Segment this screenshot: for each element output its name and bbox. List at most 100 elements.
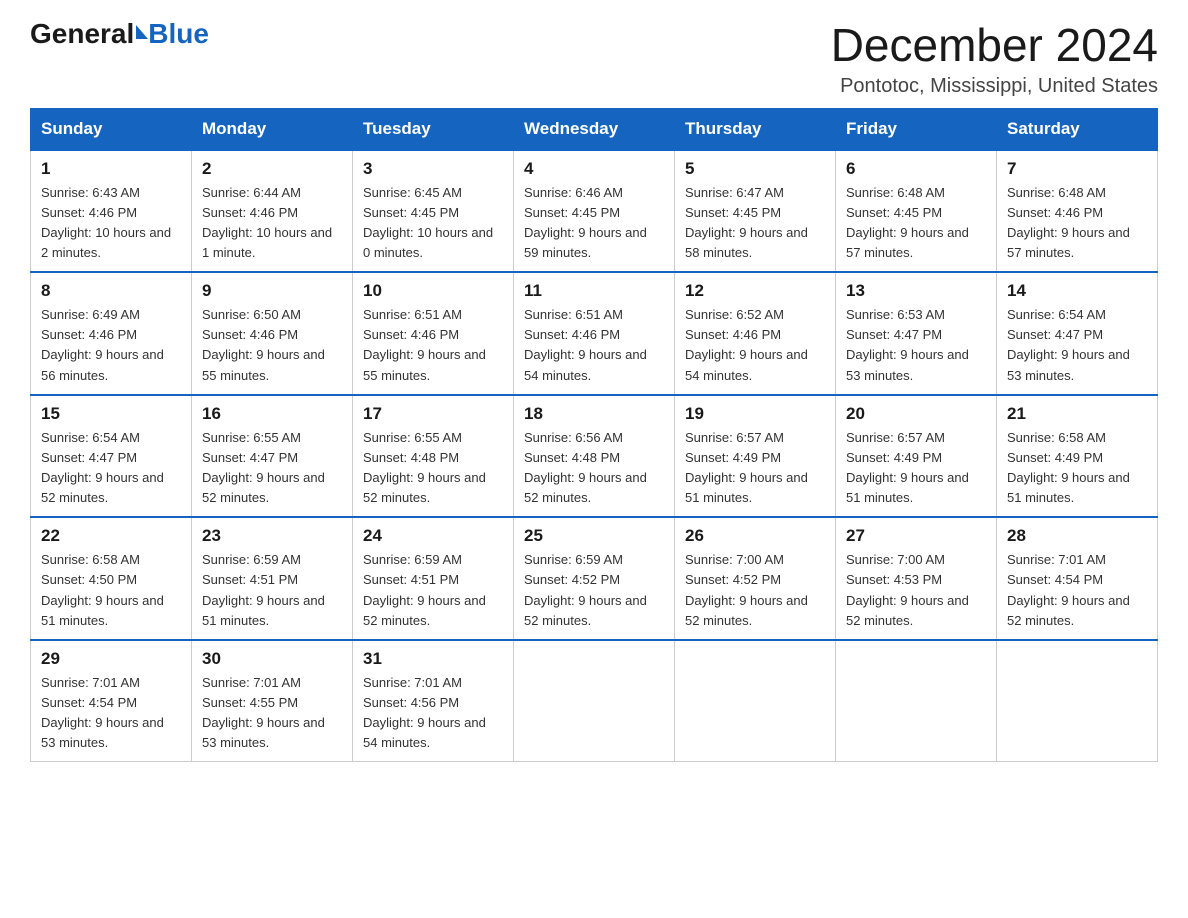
day-number: 20 (846, 404, 986, 424)
day-number: 30 (202, 649, 342, 669)
calendar-cell (836, 640, 997, 762)
day-number: 4 (524, 159, 664, 179)
day-detail: Sunrise: 6:58 AM Sunset: 4:49 PM Dayligh… (1007, 428, 1147, 509)
calendar-cell: 16 Sunrise: 6:55 AM Sunset: 4:47 PM Dayl… (192, 395, 353, 518)
day-detail: Sunrise: 6:51 AM Sunset: 4:46 PM Dayligh… (524, 305, 664, 386)
title-section: December 2024 Pontotoc, Mississippi, Uni… (831, 20, 1158, 98)
column-header-saturday: Saturday (997, 108, 1158, 150)
day-detail: Sunrise: 6:49 AM Sunset: 4:46 PM Dayligh… (41, 305, 181, 386)
day-number: 28 (1007, 526, 1147, 546)
calendar-cell: 25 Sunrise: 6:59 AM Sunset: 4:52 PM Dayl… (514, 517, 675, 640)
column-header-tuesday: Tuesday (353, 108, 514, 150)
day-detail: Sunrise: 6:58 AM Sunset: 4:50 PM Dayligh… (41, 550, 181, 631)
day-number: 23 (202, 526, 342, 546)
calendar-cell (997, 640, 1158, 762)
calendar-cell: 30 Sunrise: 7:01 AM Sunset: 4:55 PM Dayl… (192, 640, 353, 762)
day-number: 31 (363, 649, 503, 669)
calendar-week-row: 15 Sunrise: 6:54 AM Sunset: 4:47 PM Dayl… (31, 395, 1158, 518)
calendar-week-row: 29 Sunrise: 7:01 AM Sunset: 4:54 PM Dayl… (31, 640, 1158, 762)
day-detail: Sunrise: 6:52 AM Sunset: 4:46 PM Dayligh… (685, 305, 825, 386)
month-title: December 2024 (831, 20, 1158, 71)
calendar-cell: 22 Sunrise: 6:58 AM Sunset: 4:50 PM Dayl… (31, 517, 192, 640)
day-detail: Sunrise: 6:48 AM Sunset: 4:45 PM Dayligh… (846, 183, 986, 264)
day-detail: Sunrise: 6:46 AM Sunset: 4:45 PM Dayligh… (524, 183, 664, 264)
day-detail: Sunrise: 6:48 AM Sunset: 4:46 PM Dayligh… (1007, 183, 1147, 264)
calendar-cell: 8 Sunrise: 6:49 AM Sunset: 4:46 PM Dayli… (31, 272, 192, 395)
day-detail: Sunrise: 6:59 AM Sunset: 4:51 PM Dayligh… (202, 550, 342, 631)
calendar-cell: 21 Sunrise: 6:58 AM Sunset: 4:49 PM Dayl… (997, 395, 1158, 518)
calendar-cell: 17 Sunrise: 6:55 AM Sunset: 4:48 PM Dayl… (353, 395, 514, 518)
day-detail: Sunrise: 6:55 AM Sunset: 4:48 PM Dayligh… (363, 428, 503, 509)
day-number: 8 (41, 281, 181, 301)
calendar-cell: 23 Sunrise: 6:59 AM Sunset: 4:51 PM Dayl… (192, 517, 353, 640)
day-number: 7 (1007, 159, 1147, 179)
day-detail: Sunrise: 7:00 AM Sunset: 4:53 PM Dayligh… (846, 550, 986, 631)
calendar-cell: 29 Sunrise: 7:01 AM Sunset: 4:54 PM Dayl… (31, 640, 192, 762)
calendar-cell: 5 Sunrise: 6:47 AM Sunset: 4:45 PM Dayli… (675, 150, 836, 273)
day-detail: Sunrise: 6:59 AM Sunset: 4:52 PM Dayligh… (524, 550, 664, 631)
logo-blue-text: Blue (148, 20, 209, 48)
day-number: 1 (41, 159, 181, 179)
day-number: 22 (41, 526, 181, 546)
calendar-cell: 18 Sunrise: 6:56 AM Sunset: 4:48 PM Dayl… (514, 395, 675, 518)
day-number: 17 (363, 404, 503, 424)
day-detail: Sunrise: 7:01 AM Sunset: 4:56 PM Dayligh… (363, 673, 503, 754)
logo: General Blue (30, 20, 209, 48)
day-number: 5 (685, 159, 825, 179)
day-number: 3 (363, 159, 503, 179)
page-header: General Blue December 2024 Pontotoc, Mis… (30, 20, 1158, 98)
day-detail: Sunrise: 6:47 AM Sunset: 4:45 PM Dayligh… (685, 183, 825, 264)
day-number: 13 (846, 281, 986, 301)
calendar-header-row: SundayMondayTuesdayWednesdayThursdayFrid… (31, 108, 1158, 150)
day-detail: Sunrise: 6:55 AM Sunset: 4:47 PM Dayligh… (202, 428, 342, 509)
day-number: 12 (685, 281, 825, 301)
location-subtitle: Pontotoc, Mississippi, United States (831, 75, 1158, 98)
calendar-cell (675, 640, 836, 762)
calendar-table: SundayMondayTuesdayWednesdayThursdayFrid… (30, 108, 1158, 763)
column-header-wednesday: Wednesday (514, 108, 675, 150)
day-number: 10 (363, 281, 503, 301)
day-number: 9 (202, 281, 342, 301)
calendar-cell: 9 Sunrise: 6:50 AM Sunset: 4:46 PM Dayli… (192, 272, 353, 395)
column-header-thursday: Thursday (675, 108, 836, 150)
day-number: 11 (524, 281, 664, 301)
day-number: 2 (202, 159, 342, 179)
calendar-cell: 20 Sunrise: 6:57 AM Sunset: 4:49 PM Dayl… (836, 395, 997, 518)
calendar-cell: 28 Sunrise: 7:01 AM Sunset: 4:54 PM Dayl… (997, 517, 1158, 640)
day-detail: Sunrise: 6:56 AM Sunset: 4:48 PM Dayligh… (524, 428, 664, 509)
calendar-cell: 12 Sunrise: 6:52 AM Sunset: 4:46 PM Dayl… (675, 272, 836, 395)
day-number: 19 (685, 404, 825, 424)
logo-general-text: General (30, 20, 134, 48)
day-detail: Sunrise: 6:57 AM Sunset: 4:49 PM Dayligh… (846, 428, 986, 509)
day-number: 21 (1007, 404, 1147, 424)
calendar-cell: 2 Sunrise: 6:44 AM Sunset: 4:46 PM Dayli… (192, 150, 353, 273)
calendar-cell: 6 Sunrise: 6:48 AM Sunset: 4:45 PM Dayli… (836, 150, 997, 273)
calendar-cell: 4 Sunrise: 6:46 AM Sunset: 4:45 PM Dayli… (514, 150, 675, 273)
day-number: 26 (685, 526, 825, 546)
calendar-week-row: 1 Sunrise: 6:43 AM Sunset: 4:46 PM Dayli… (31, 150, 1158, 273)
day-number: 6 (846, 159, 986, 179)
day-detail: Sunrise: 7:01 AM Sunset: 4:54 PM Dayligh… (41, 673, 181, 754)
day-number: 27 (846, 526, 986, 546)
day-detail: Sunrise: 6:43 AM Sunset: 4:46 PM Dayligh… (41, 183, 181, 264)
day-detail: Sunrise: 6:45 AM Sunset: 4:45 PM Dayligh… (363, 183, 503, 264)
calendar-cell (514, 640, 675, 762)
calendar-cell: 15 Sunrise: 6:54 AM Sunset: 4:47 PM Dayl… (31, 395, 192, 518)
column-header-monday: Monday (192, 108, 353, 150)
calendar-cell: 19 Sunrise: 6:57 AM Sunset: 4:49 PM Dayl… (675, 395, 836, 518)
calendar-cell: 11 Sunrise: 6:51 AM Sunset: 4:46 PM Dayl… (514, 272, 675, 395)
day-number: 29 (41, 649, 181, 669)
calendar-week-row: 8 Sunrise: 6:49 AM Sunset: 4:46 PM Dayli… (31, 272, 1158, 395)
day-detail: Sunrise: 6:51 AM Sunset: 4:46 PM Dayligh… (363, 305, 503, 386)
day-detail: Sunrise: 6:50 AM Sunset: 4:46 PM Dayligh… (202, 305, 342, 386)
calendar-cell: 13 Sunrise: 6:53 AM Sunset: 4:47 PM Dayl… (836, 272, 997, 395)
day-detail: Sunrise: 7:01 AM Sunset: 4:55 PM Dayligh… (202, 673, 342, 754)
logo-arrow-icon (136, 25, 148, 39)
calendar-cell: 31 Sunrise: 7:01 AM Sunset: 4:56 PM Dayl… (353, 640, 514, 762)
calendar-cell: 24 Sunrise: 6:59 AM Sunset: 4:51 PM Dayl… (353, 517, 514, 640)
calendar-cell: 27 Sunrise: 7:00 AM Sunset: 4:53 PM Dayl… (836, 517, 997, 640)
day-detail: Sunrise: 7:01 AM Sunset: 4:54 PM Dayligh… (1007, 550, 1147, 631)
day-detail: Sunrise: 6:59 AM Sunset: 4:51 PM Dayligh… (363, 550, 503, 631)
day-number: 18 (524, 404, 664, 424)
calendar-cell: 7 Sunrise: 6:48 AM Sunset: 4:46 PM Dayli… (997, 150, 1158, 273)
